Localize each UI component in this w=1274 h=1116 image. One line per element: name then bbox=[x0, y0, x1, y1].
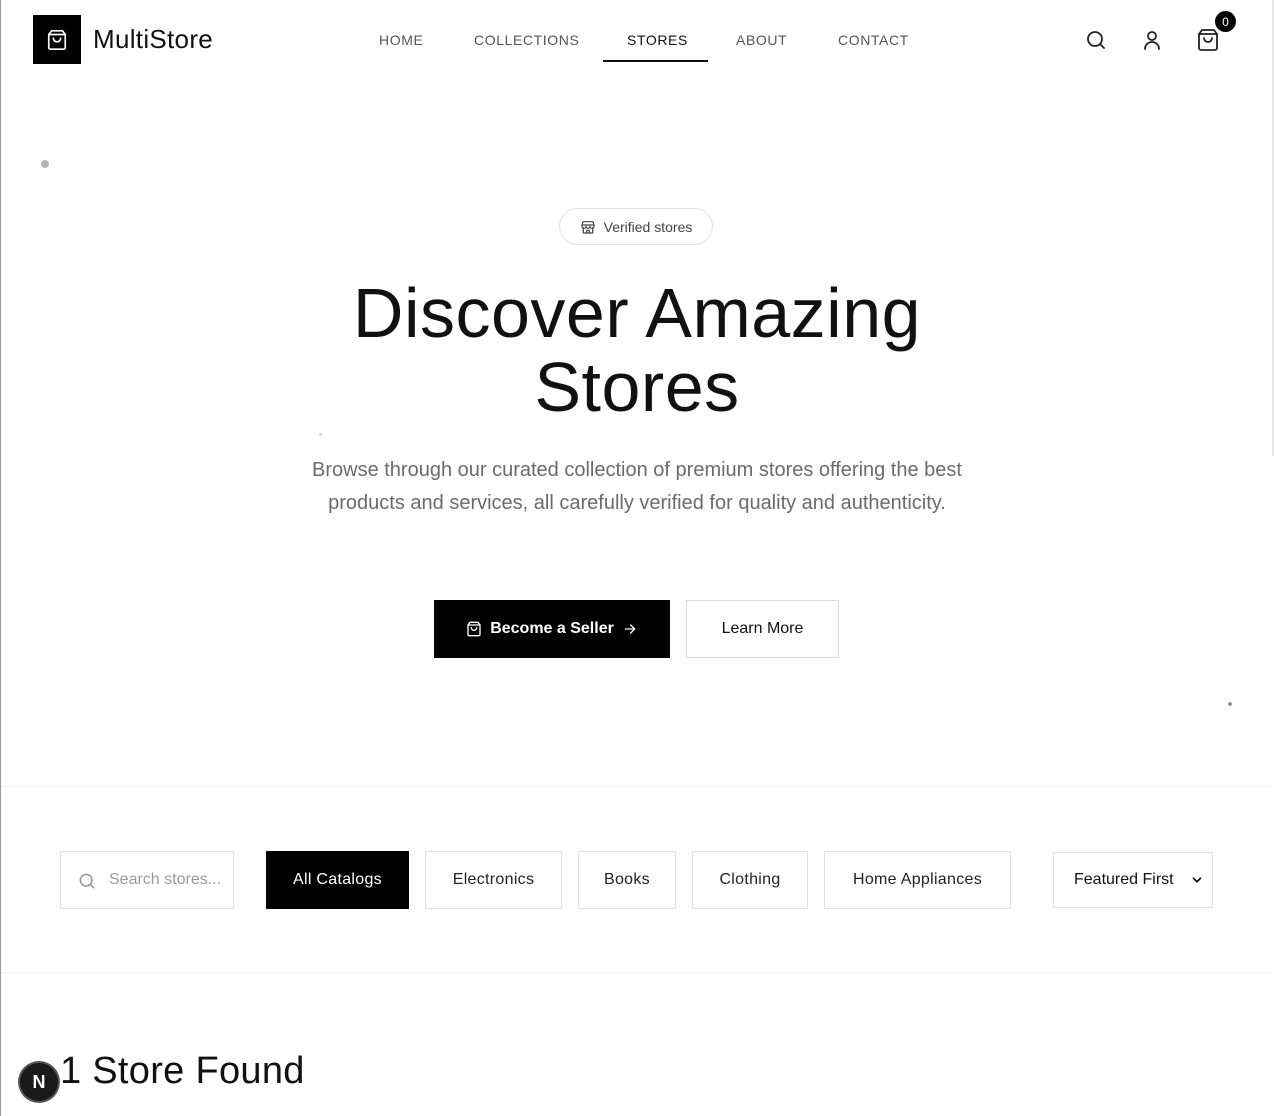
account-button[interactable] bbox=[1140, 28, 1164, 52]
category-books[interactable]: Books bbox=[578, 851, 676, 909]
cart-count-badge: 0 bbox=[1215, 11, 1236, 32]
nav-active-indicator bbox=[603, 60, 708, 62]
dev-tools-badge[interactable]: N bbox=[20, 1063, 58, 1101]
cart-button[interactable] bbox=[1196, 28, 1220, 52]
become-seller-label: Become a Seller bbox=[490, 620, 614, 637]
category-all-catalogs[interactable]: All Catalogs bbox=[266, 851, 409, 909]
store-search[interactable] bbox=[60, 851, 234, 909]
sort-select[interactable]: Featured First bbox=[1053, 852, 1213, 908]
verified-badge: Verified stores bbox=[559, 208, 713, 245]
user-icon bbox=[1144, 31, 1160, 50]
decorative-dot bbox=[319, 433, 322, 436]
nav-contact[interactable]: CONTACT bbox=[838, 32, 909, 48]
site-header: MultiStore HOME COLLECTIONS STORES ABOUT… bbox=[0, 0, 1272, 80]
decorative-dot bbox=[1228, 702, 1232, 706]
section-divider bbox=[1, 972, 1272, 973]
decorative-dot bbox=[41, 160, 49, 168]
sort-selected-value: Featured First bbox=[1074, 871, 1174, 888]
arrow-right-icon bbox=[624, 624, 636, 634]
category-home-appliances[interactable]: Home Appliances bbox=[824, 851, 1011, 909]
search-icon bbox=[1087, 31, 1105, 49]
section-divider bbox=[1, 786, 1272, 787]
store-icon bbox=[581, 220, 595, 234]
search-input[interactable] bbox=[109, 852, 227, 908]
nav-home[interactable]: HOME bbox=[379, 32, 423, 48]
category-electronics[interactable]: Electronics bbox=[425, 851, 562, 909]
cart-icon bbox=[1198, 29, 1218, 51]
search-icon bbox=[79, 873, 95, 889]
search-button[interactable] bbox=[1084, 28, 1108, 52]
nav-stores[interactable]: STORES bbox=[627, 32, 688, 48]
nav-about[interactable]: ABOUT bbox=[736, 32, 787, 48]
page-frame bbox=[0, 0, 1272, 1116]
chevron-down-icon bbox=[1192, 877, 1202, 883]
verified-badge-label: Verified stores bbox=[603, 218, 693, 235]
hero-title-line2: Stores bbox=[534, 348, 740, 426]
hero-title-line1: Discover Amazing bbox=[352, 274, 922, 352]
category-clothing[interactable]: Clothing bbox=[692, 851, 808, 909]
results-count: 1 Store Found bbox=[60, 1050, 305, 1092]
become-seller-button[interactable]: Become a Seller bbox=[434, 600, 670, 658]
shopping-bag-icon bbox=[467, 621, 481, 637]
hero-description: Browse through our curated collection of… bbox=[312, 459, 962, 514]
learn-more-button[interactable]: Learn More bbox=[686, 600, 839, 658]
nav-collections[interactable]: COLLECTIONS bbox=[474, 32, 579, 48]
main-nav: HOME COLLECTIONS STORES ABOUT CONTACT bbox=[0, 0, 1272, 80]
hero-title: Discover Amazing Stores bbox=[0, 276, 1274, 424]
